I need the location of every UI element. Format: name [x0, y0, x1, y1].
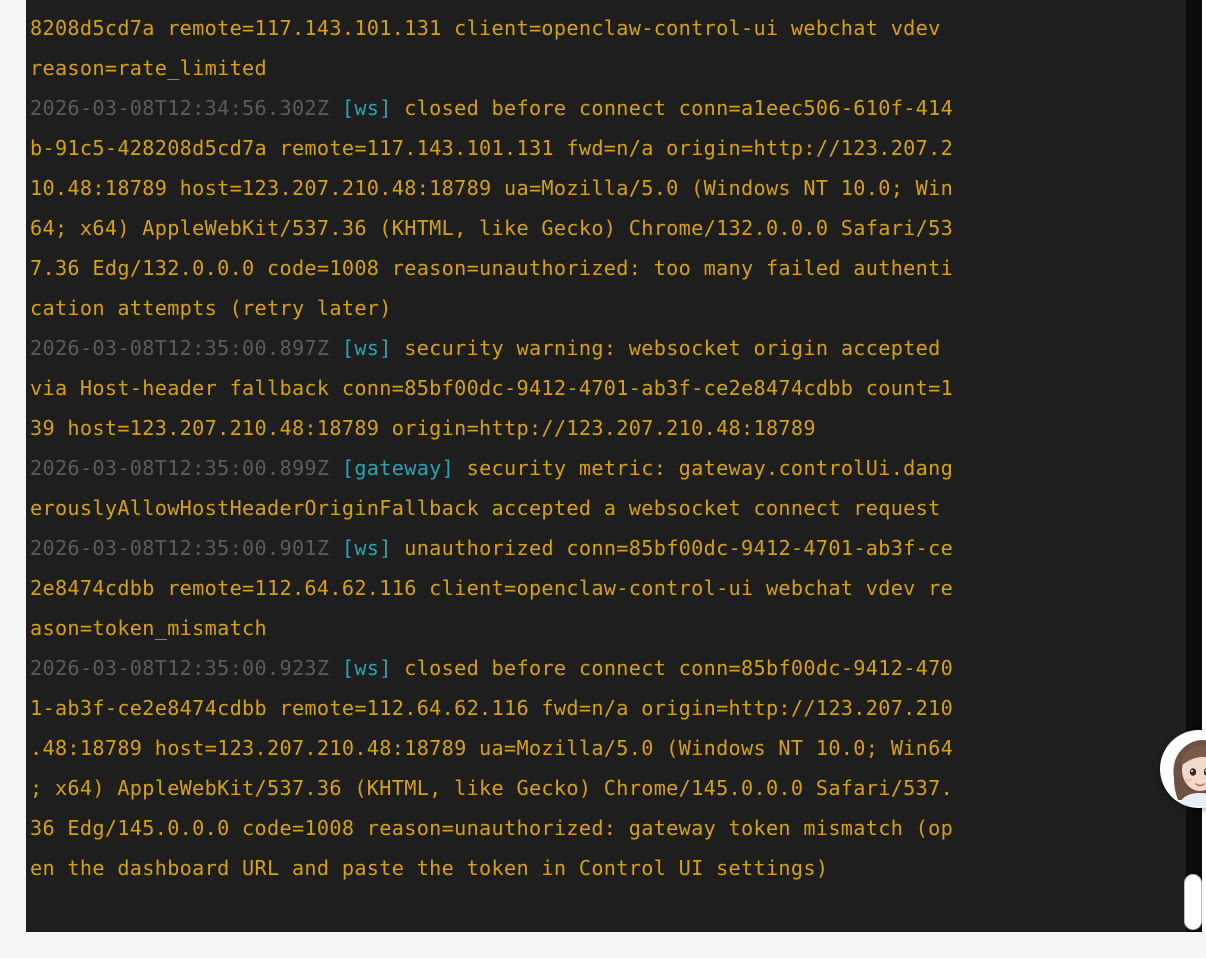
log-message: [329, 456, 341, 480]
log-tag: [ws]: [341, 536, 392, 560]
log-message: cation attempts (retry later): [30, 296, 392, 320]
log-line: 2e8474cdbb remote=112.64.62.116 client=o…: [30, 568, 1182, 608]
log-line: 2026-03-08T12:35:00.901Z [ws] unauthoriz…: [30, 528, 1182, 568]
log-line: 39 host=123.207.210.48:18789 origin=http…: [30, 408, 1182, 448]
log-line: cation attempts (retry later): [30, 288, 1182, 328]
log-message: [329, 656, 341, 680]
log-message: [329, 96, 341, 120]
log-tag: [ws]: [341, 336, 392, 360]
log-message: [329, 336, 341, 360]
log-message: 7.36 Edg/132.0.0.0 code=1008 reason=unau…: [30, 256, 954, 280]
log-output: 8208d5cd7a remote=117.143.101.131 client…: [30, 8, 1182, 888]
log-message: closed before connect conn=a1eec506-610f…: [391, 96, 954, 120]
log-line: ; x64) AppleWebKit/537.36 (KHTML, like G…: [30, 768, 1182, 808]
log-timestamp: 2026-03-08T12:35:00.901Z: [30, 536, 330, 560]
log-line: reason=rate_limited: [30, 48, 1182, 88]
log-message: 36 Edg/145.0.0.0 code=1008 reason=unauth…: [30, 816, 954, 840]
log-message: [329, 536, 341, 560]
log-line: 64; x64) AppleWebKit/537.36 (KHTML, like…: [30, 208, 1182, 248]
log-message: security metric: gateway.controlUi.dang: [454, 456, 954, 480]
log-message: 10.48:18789 host=123.207.210.48:18789 ua…: [30, 176, 954, 200]
scrollbar-thumb[interactable]: [1184, 874, 1202, 930]
log-line: ason=token_mismatch: [30, 608, 1182, 648]
log-message: via Host-header fallback conn=85bf00dc-9…: [30, 376, 954, 400]
log-line: .48:18789 host=123.207.210.48:18789 ua=M…: [30, 728, 1182, 768]
log-line: 2026-03-08T12:35:00.899Z [gateway] secur…: [30, 448, 1182, 488]
log-message: security warning: websocket origin accep…: [391, 336, 941, 360]
log-line: 10.48:18789 host=123.207.210.48:18789 ua…: [30, 168, 1182, 208]
log-line: 2026-03-08T12:35:00.923Z [ws] closed bef…: [30, 648, 1182, 688]
log-message: .48:18789 host=123.207.210.48:18789 ua=M…: [30, 736, 954, 760]
log-tag: [gateway]: [341, 456, 455, 480]
log-timestamp: 2026-03-08T12:34:56.302Z: [30, 96, 330, 120]
log-message: reason=rate_limited: [30, 56, 268, 80]
log-message: ason=token_mismatch: [30, 616, 268, 640]
log-message: 2e8474cdbb remote=112.64.62.116 client=o…: [30, 576, 954, 600]
log-message: 8208d5cd7a remote=117.143.101.131 client…: [30, 16, 941, 40]
log-message: 39 host=123.207.210.48:18789 origin=http…: [30, 416, 816, 440]
log-message: 1-ab3f-ce2e8474cdbb remote=112.64.62.116…: [30, 696, 954, 720]
log-line: 2026-03-08T12:34:56.302Z [ws] closed bef…: [30, 88, 1182, 128]
log-line: via Host-header fallback conn=85bf00dc-9…: [30, 368, 1182, 408]
log-line: 2026-03-08T12:35:00.897Z [ws] security w…: [30, 328, 1182, 368]
log-line: 8208d5cd7a remote=117.143.101.131 client…: [30, 8, 1182, 48]
log-line: en the dashboard URL and paste the token…: [30, 848, 1182, 888]
log-message: unauthorized conn=85bf00dc-9412-4701-ab3…: [391, 536, 954, 560]
log-timestamp: 2026-03-08T12:35:00.897Z: [30, 336, 330, 360]
log-line: b-91c5-428208d5cd7a remote=117.143.101.1…: [30, 128, 1182, 168]
log-message: ; x64) AppleWebKit/537.36 (KHTML, like G…: [30, 776, 954, 800]
log-line: 7.36 Edg/132.0.0.0 code=1008 reason=unau…: [30, 248, 1182, 288]
log-message: b-91c5-428208d5cd7a remote=117.143.101.1…: [30, 136, 954, 160]
log-tag: [ws]: [341, 656, 392, 680]
log-message: closed before connect conn=85bf00dc-9412…: [391, 656, 954, 680]
log-tag: [ws]: [341, 96, 392, 120]
log-message: en the dashboard URL and paste the token…: [30, 856, 829, 880]
log-timestamp: 2026-03-08T12:35:00.923Z: [30, 656, 330, 680]
log-message: erouslyAllowHostHeaderOriginFallback acc…: [30, 496, 941, 520]
log-message: 64; x64) AppleWebKit/537.36 (KHTML, like…: [30, 216, 954, 240]
page: 8208d5cd7a remote=117.143.101.131 client…: [0, 0, 1206, 958]
log-timestamp: 2026-03-08T12:35:00.899Z: [30, 456, 330, 480]
log-line: 36 Edg/145.0.0.0 code=1008 reason=unauth…: [30, 808, 1182, 848]
log-line: 1-ab3f-ce2e8474cdbb remote=112.64.62.116…: [30, 688, 1182, 728]
log-line: erouslyAllowHostHeaderOriginFallback acc…: [30, 488, 1182, 528]
log-terminal[interactable]: 8208d5cd7a remote=117.143.101.131 client…: [26, 0, 1186, 932]
